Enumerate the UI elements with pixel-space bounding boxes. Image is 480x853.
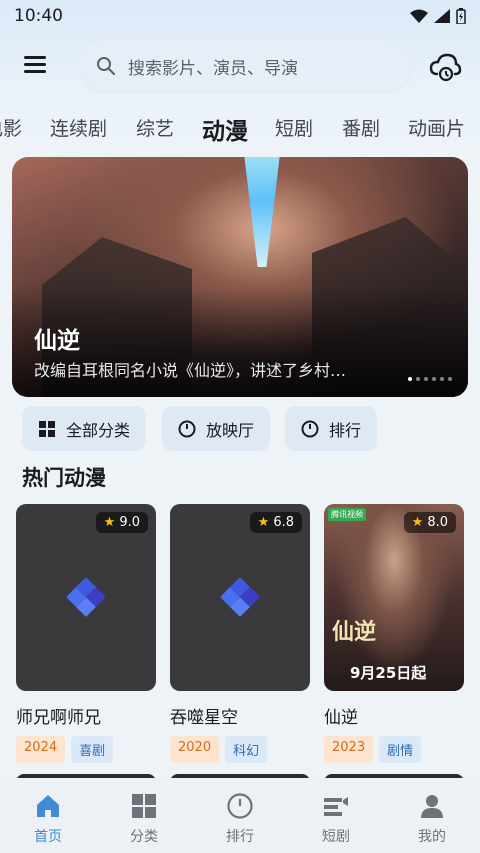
tab-variety[interactable]: 综艺 [136, 114, 174, 141]
section-title: 热门动漫 [22, 466, 106, 490]
card-title: 仙逆 [324, 708, 358, 728]
nav-profile[interactable]: 我的 [384, 778, 480, 853]
search-bar[interactable]: 搜索影片、演员、导演 [78, 40, 412, 92]
status-time: 10:40 [14, 6, 63, 26]
anime-card[interactable]: ★ 9.0 师兄啊师兄 2024 喜剧 [16, 504, 156, 763]
banner-description: 改编自耳根同名小说《仙逆》，讲述了乡村… [34, 361, 347, 380]
menu-icon [24, 56, 46, 59]
search-placeholder: 搜索影片、演员、导演 [128, 58, 298, 79]
star-icon: ★ [257, 515, 270, 530]
search-icon [97, 57, 116, 76]
poster-date: 9月25日起 [350, 664, 427, 682]
year-tag: 2024 [16, 736, 66, 763]
star-icon: ★ [411, 515, 424, 530]
grid-icon [132, 794, 156, 818]
poster-image: 腾讯视频 ★ 8.0 仙逆 9月25日起 [324, 504, 464, 691]
circle-icon [178, 420, 196, 437]
card-title: 师兄啊师兄 [16, 708, 101, 728]
short-video-icon [324, 797, 348, 816]
banner-carousel[interactable]: 仙逆 改编自耳根同名小说《仙逆》，讲述了乡村… [12, 157, 468, 397]
tab-anime[interactable]: 动漫 [202, 112, 248, 146]
cloud-sync-icon [429, 53, 462, 82]
genre-tag: 剧情 [379, 736, 422, 763]
star-icon: ★ [103, 515, 116, 530]
home-icon [37, 795, 59, 817]
wifi-icon [410, 9, 428, 23]
rating-badge: ★ 9.0 [95, 512, 148, 533]
chip-label: 全部分类 [66, 420, 131, 440]
poster-placeholder: ★ 9.0 [16, 504, 156, 691]
tab-cartoon[interactable]: 动画片 [408, 114, 465, 141]
signal-icon [434, 9, 450, 23]
circle-icon [227, 793, 253, 819]
bottom-navigation: 首页 分类 排行 短剧 我的 [0, 778, 480, 853]
status-bar: 10:40 [0, 0, 480, 32]
all-categories-button[interactable]: 全部分类 [22, 406, 147, 451]
screening-hall-button[interactable]: 放映厅 [162, 406, 271, 451]
carousel-indicator [408, 377, 452, 381]
poster-title-art: 仙逆 [332, 619, 377, 645]
anime-card[interactable]: 腾讯视频 ★ 8.0 仙逆 9月25日起 仙逆 2023 剧情 [324, 504, 464, 763]
chip-label: 放映厅 [206, 420, 255, 440]
genre-tag: 科幻 [225, 736, 268, 763]
year-tag: 2020 [170, 736, 220, 763]
year-tag: 2023 [324, 736, 374, 763]
anime-card[interactable]: ★ 6.8 吞噬星空 2020 科幻 [170, 504, 310, 763]
nav-ranking[interactable]: 排行 [192, 778, 288, 853]
placeholder-logo-icon [67, 578, 106, 617]
nav-home[interactable]: 首页 [0, 778, 96, 853]
user-icon [421, 795, 443, 818]
card-title: 吞噬星空 [170, 708, 238, 728]
poster-placeholder: ★ 6.8 [170, 504, 310, 691]
ranking-button[interactable]: 排行 [285, 406, 378, 451]
tab-movie[interactable]: 电影 [0, 114, 22, 141]
system-icons [410, 8, 466, 24]
platform-badge: 腾讯视频 [328, 508, 366, 521]
placeholder-logo-icon [221, 578, 260, 617]
banner-title: 仙逆 [34, 328, 80, 354]
nav-category[interactable]: 分类 [96, 778, 192, 853]
nav-short-drama[interactable]: 短剧 [288, 778, 384, 853]
genre-tag: 喜剧 [71, 736, 114, 763]
menu-button[interactable] [24, 52, 54, 80]
category-tabs: 电影 连续剧 综艺 动漫 短剧 番剧 动画片 [0, 106, 480, 150]
grid-icon [39, 420, 55, 437]
top-bar: 搜索影片、演员、导演 [0, 38, 480, 94]
chip-label: 排行 [329, 420, 362, 440]
tab-bangumi[interactable]: 番剧 [342, 114, 380, 141]
cloud-sync-button[interactable] [428, 50, 462, 84]
tab-short-drama[interactable]: 短剧 [275, 114, 313, 141]
circle-icon [301, 420, 319, 437]
rating-badge: ★ 8.0 [403, 512, 456, 533]
tab-series[interactable]: 连续剧 [50, 114, 107, 141]
rating-badge: ★ 6.8 [249, 512, 302, 533]
battery-icon [456, 8, 466, 24]
